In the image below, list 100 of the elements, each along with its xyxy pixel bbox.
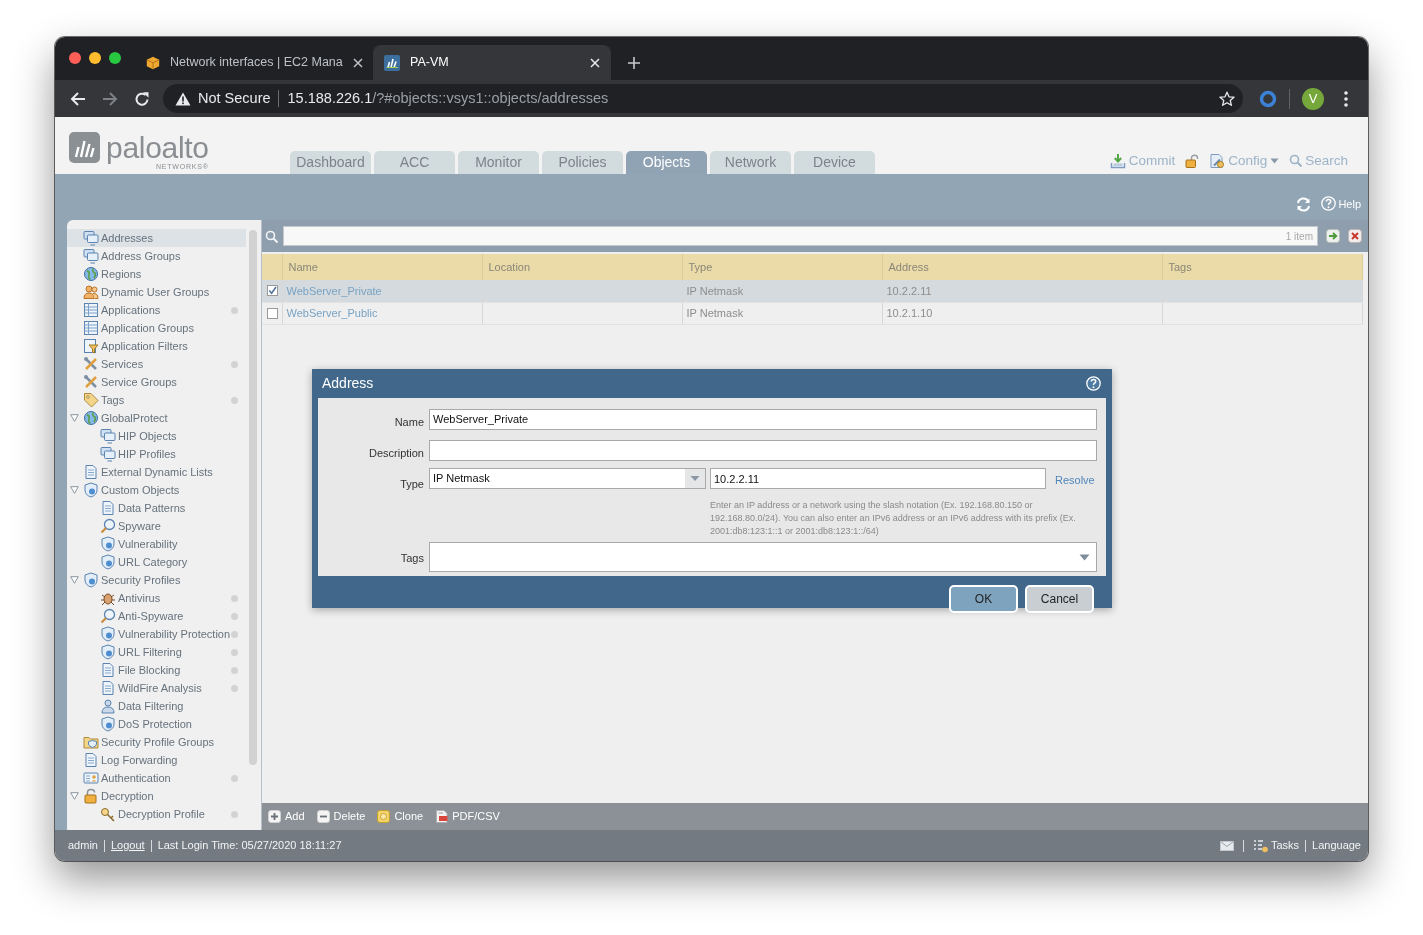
dialog-button[interactable]: OK: [949, 585, 1018, 613]
text-field[interactable]: WebServer_Private: [429, 408, 1097, 430]
column-header[interactable]: Tags: [1162, 254, 1362, 280]
toolbar-button[interactable]: Add: [268, 808, 305, 825]
sidebar-item[interactable]: File Blocking: [67, 661, 246, 679]
sidebar-item[interactable]: Services: [67, 355, 246, 373]
sidebar-item[interactable]: DoS Protection: [67, 715, 246, 733]
filter-field[interactable]: 1 item: [283, 226, 1318, 246]
sidebar-item[interactable]: Vulnerability Protection: [67, 625, 246, 643]
checkbox[interactable]: [267, 285, 278, 297]
column-header[interactable]: Location: [482, 254, 682, 280]
sidebar-item[interactable]: External Dynamic Lists: [67, 463, 246, 481]
sidebar-item[interactable]: Security Profiles: [67, 571, 246, 589]
text-field[interactable]: [429, 439, 1097, 461]
sidebar-item[interactable]: Custom Objects: [67, 481, 246, 499]
sidebar-item[interactable]: Authentication: [67, 769, 246, 787]
menu-icon[interactable]: [1344, 90, 1348, 107]
toolbar-button[interactable]: PDF/CSV: [435, 808, 500, 825]
plus-icon[interactable]: [627, 56, 641, 70]
url-text[interactable]: 15.188.226.1/?#objects::vsys1::objects/addresses: [287, 87, 609, 110]
sidebar-item[interactable]: HIP Profiles: [67, 445, 246, 463]
sidebar-item[interactable]: Log Forwarding: [67, 751, 246, 769]
shield-icon: [100, 716, 116, 732]
column-header[interactable]: Type: [682, 254, 882, 280]
checkbox[interactable]: [267, 307, 278, 319]
sidebar-item[interactable]: Address Groups: [67, 247, 246, 265]
close-icon[interactable]: [352, 57, 363, 68]
nav-tab[interactable]: ACC: [374, 151, 455, 174]
browser-tab[interactable]: Network interfaces | EC2 Mana: [135, 45, 373, 80]
dialog-button[interactable]: Cancel: [1025, 585, 1094, 613]
sidebar-item[interactable]: Addresses: [67, 229, 246, 247]
nav-tab[interactable]: Device: [794, 151, 875, 174]
address-bar[interactable]: Not Secure 15.188.226.1/?#objects::vsys1::objects/addresses: [163, 84, 1243, 113]
column-header[interactable]: Address: [882, 254, 1162, 280]
sidebar-item[interactable]: Spyware: [67, 517, 246, 535]
sidebar-item[interactable]: Application Groups: [67, 319, 246, 337]
sidebar-item[interactable]: HIP Objects: [67, 427, 246, 445]
triangle-icon[interactable]: [70, 792, 79, 800]
table-row[interactable]: WebServer_Private IP Netmask 10.2.2.11: [262, 280, 1362, 302]
forward-icon[interactable]: [102, 90, 118, 107]
toolbar-button[interactable]: Delete: [316, 808, 366, 825]
id-card-icon: [83, 770, 99, 786]
sidebar-item[interactable]: GlobalProtect: [67, 409, 246, 427]
minimize-window-icon[interactable]: [89, 51, 101, 64]
sidebar-item[interactable]: URL Filtering: [67, 643, 246, 661]
document-icon: [100, 680, 116, 696]
triangle-icon[interactable]: [70, 486, 79, 494]
sidebar-item[interactable]: Service Groups: [67, 373, 246, 391]
close-window-icon[interactable]: [69, 51, 81, 64]
sidebar-item[interactable]: Tags: [67, 391, 246, 409]
reload-icon[interactable]: [134, 90, 150, 107]
nav-tab[interactable]: Dashboard: [290, 151, 371, 174]
sidebar-item[interactable]: Applications: [67, 301, 246, 319]
language-link[interactable]: Language: [1312, 837, 1361, 854]
table-icon: [83, 302, 99, 318]
sidebar-item[interactable]: Application Filters: [67, 337, 246, 355]
sidebar-item[interactable]: Data Patterns: [67, 499, 246, 517]
sidebar-item[interactable]: WildFire Analysis: [67, 679, 246, 697]
triangle-icon[interactable]: [70, 414, 79, 422]
sidebar-item[interactable]: Vulnerability: [67, 535, 246, 553]
refresh-icon[interactable]: [1296, 197, 1312, 212]
sidebar-item[interactable]: Regions: [67, 265, 246, 283]
nav-tab[interactable]: Monitor: [458, 151, 539, 174]
sidebar-item[interactable]: URL Category: [67, 553, 246, 571]
type-dropdown[interactable]: IP Netmask: [429, 468, 706, 489]
nav-tab[interactable]: Network: [710, 151, 791, 174]
sidebar-item[interactable]: Decryption: [67, 787, 246, 805]
sidebar-item[interactable]: Security Profile Groups: [67, 733, 246, 751]
sidebar-item[interactable]: Data Filtering: [67, 697, 246, 715]
tags-field[interactable]: [429, 542, 1097, 572]
sidebar-item[interactable]: Anti-Spyware: [67, 607, 246, 625]
scrollbar[interactable]: [249, 230, 257, 765]
nav-tab[interactable]: Policies: [542, 151, 623, 174]
padlock-icon[interactable]: [1185, 153, 1200, 168]
back-icon[interactable]: [70, 90, 86, 107]
security-status[interactable]: Not Secure: [198, 87, 271, 110]
clear-icon[interactable]: [1348, 229, 1362, 243]
zoom-window-icon[interactable]: [109, 51, 121, 64]
triangle-icon[interactable]: [70, 576, 79, 584]
sidebar-item[interactable]: Antivirus: [67, 589, 246, 607]
document-icon: [435, 810, 449, 823]
ring-icon[interactable]: [1259, 89, 1277, 108]
envelope-icon[interactable]: [1219, 840, 1234, 851]
column-header[interactable]: Name: [282, 254, 482, 280]
avatar[interactable]: V: [1302, 87, 1324, 110]
address-field[interactable]: 10.2.2.11: [710, 468, 1046, 489]
help-icon[interactable]: [1086, 376, 1101, 391]
help-link[interactable]: Help: [1321, 195, 1361, 212]
table-row[interactable]: WebServer_Public IP Netmask 10.2.1.10: [262, 302, 1362, 324]
address-link[interactable]: WebServer_Public: [286, 306, 378, 319]
star-icon[interactable]: [1219, 90, 1235, 107]
tasks-link[interactable]: Tasks: [1252, 837, 1300, 854]
sidebar-item[interactable]: Decryption Profile: [67, 805, 246, 823]
resolve-link[interactable]: Resolve: [1055, 472, 1095, 489]
browser-tab[interactable]: PA-VM: [373, 45, 611, 80]
sidebar-item[interactable]: Dynamic User Groups: [67, 283, 246, 301]
nav-tab[interactable]: Objects: [626, 151, 707, 174]
logout-link[interactable]: Logout: [110, 837, 145, 854]
toolbar-button[interactable]: Clone: [377, 808, 424, 825]
arrow-right-icon[interactable]: [1326, 229, 1340, 243]
